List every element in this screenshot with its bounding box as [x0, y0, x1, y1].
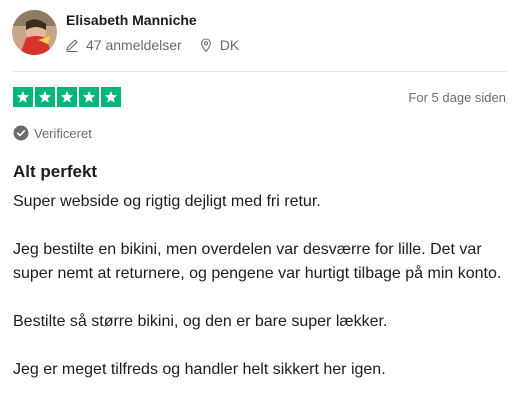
verified-label: Verificeret	[34, 125, 92, 141]
reviewer-meta: 47 anmeldelser DK	[64, 35, 239, 55]
reviewer-name[interactable]: Elisabeth Manniche	[66, 12, 197, 28]
review-paragraph: Bestilte så større bikini, og den er bar…	[13, 313, 388, 330]
review-body: Super webside og rigtig dejligt med fri …	[13, 190, 508, 406]
star-icon	[13, 87, 33, 107]
star-rating	[13, 87, 123, 107]
star-icon	[79, 87, 99, 107]
star-icon	[57, 87, 77, 107]
star-icon	[35, 87, 55, 107]
divider	[13, 71, 507, 72]
verified-badge[interactable]: Verificeret	[13, 124, 92, 142]
reviewer-country: DK	[198, 37, 239, 53]
pencil-icon	[66, 39, 78, 53]
review-count: 47 anmeldelser	[64, 37, 182, 53]
review-date: For 5 dage siden	[408, 90, 506, 105]
review-card: Elisabeth Manniche 47 anmeldelser DK For…	[0, 0, 518, 409]
country-label: DK	[219, 37, 240, 53]
review-paragraph: Jeg er meget tilfreds og handler helt si…	[13, 361, 386, 378]
location-pin-icon	[200, 38, 211, 53]
avatar[interactable]	[12, 10, 57, 55]
star-icon	[101, 87, 121, 107]
review-count-label: 47 anmeldelser	[86, 37, 182, 53]
review-paragraph: Super webside og rigtig dejligt med fri …	[13, 193, 321, 210]
review-title[interactable]: Alt perfekt	[13, 162, 97, 182]
review-paragraph: Jeg bestilte en bikini, men overdelen va…	[13, 241, 502, 282]
checkmark-circle-icon	[13, 125, 29, 141]
